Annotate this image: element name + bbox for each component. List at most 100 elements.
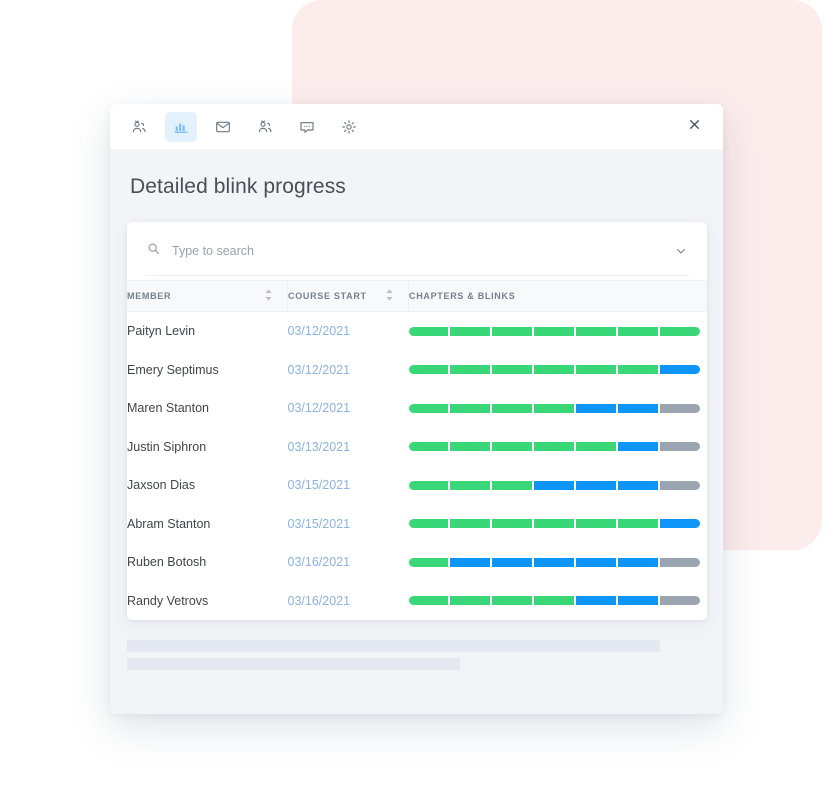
progress-segment-blue [534, 557, 574, 567]
progress-segment-blue [450, 557, 491, 567]
tab-teams[interactable] [249, 112, 281, 142]
progress-segment-green [408, 365, 449, 375]
chapters-blinks-progress [408, 312, 708, 351]
close-icon [688, 118, 701, 136]
progress-segment-green [659, 326, 700, 336]
gear-icon [341, 119, 357, 135]
progress-segment-green [408, 442, 449, 452]
course-start-date: 03/16/2021 [287, 555, 351, 570]
progress-segment-green [534, 326, 574, 336]
members-table: MEMBER COURSE START CHAPTERS & BLINKS Pa… [127, 280, 707, 620]
progress-segment-green [450, 442, 491, 452]
progress-segment-green [492, 480, 533, 490]
skeleton-bar [127, 658, 460, 670]
progress-segment-green [492, 365, 533, 375]
table-body: Paityn Levin 03/12/2021 Emery Septimus 03/1… [127, 312, 707, 621]
chevron-down-icon[interactable] [673, 243, 689, 259]
member-name: Ruben Botosh [127, 555, 207, 570]
member-name: Maren Stanton [127, 401, 209, 416]
search-underline [147, 275, 689, 276]
table-row[interactable]: Maren Stanton 03/12/2021 [127, 389, 707, 428]
progress-segment-green [408, 326, 449, 336]
column-label-chapters-blinks: CHAPTERS & BLINKS [409, 291, 516, 301]
progress-segment-blue [617, 442, 658, 452]
progress-segment-green [450, 403, 491, 413]
progress-segment-green [450, 365, 491, 375]
envelope-icon [215, 119, 231, 135]
progress-segment-blue [659, 519, 700, 529]
progress-track [408, 442, 700, 452]
search-bar[interactable] [127, 222, 707, 280]
progress-segment-blue [617, 596, 658, 606]
progress-segment-blue [575, 596, 616, 606]
progress-segment-green [575, 519, 616, 529]
chapters-blinks-progress [408, 351, 708, 390]
column-header-member[interactable]: MEMBER [127, 280, 288, 312]
search-input[interactable] [170, 243, 665, 259]
skeleton-bar [127, 640, 660, 652]
table-row[interactable]: Ruben Botosh 03/16/2021 [127, 543, 707, 582]
close-button[interactable] [685, 118, 703, 136]
course-start-date: 03/12/2021 [287, 324, 351, 339]
progress-segment-green [534, 596, 574, 606]
progress-segment-gray [659, 596, 700, 606]
chapters-blinks-progress [408, 389, 708, 428]
progress-segment-green [575, 365, 616, 375]
course-start-date: 03/13/2021 [287, 439, 351, 454]
sort-icon[interactable] [264, 289, 273, 303]
table-header-row: MEMBER COURSE START CHAPTERS & BLINKS [127, 280, 707, 312]
progress-segment-green [617, 519, 658, 529]
progress-track [408, 480, 700, 490]
people-group-icon [257, 119, 273, 135]
people-group-icon [131, 119, 147, 135]
chapters-blinks-progress [408, 466, 708, 505]
tab-messages[interactable] [207, 112, 239, 142]
progress-track [408, 365, 700, 375]
chapters-blinks-progress [408, 505, 708, 544]
column-header-course-start[interactable]: COURSE START [287, 280, 409, 312]
chat-bubble-icon [299, 119, 315, 135]
column-label-member: MEMBER [127, 291, 172, 301]
member-name: Emery Septimus [127, 362, 219, 377]
chapters-blinks-progress [408, 582, 708, 621]
search-icon [147, 242, 160, 260]
course-start-date: 03/12/2021 [287, 362, 351, 377]
table-row[interactable]: Jaxson Dias 03/15/2021 [127, 466, 707, 505]
course-start-date: 03/15/2021 [287, 478, 351, 493]
table-row[interactable]: Randy Vetrovs 03/16/2021 [127, 582, 707, 621]
progress-segment-green [450, 326, 491, 336]
table-row[interactable]: Abram Stanton 03/15/2021 [127, 505, 707, 544]
progress-segment-blue [617, 403, 658, 413]
course-start-date: 03/16/2021 [287, 593, 351, 608]
toolbar [110, 104, 723, 149]
progress-segment-blue [575, 480, 616, 490]
member-name: Randy Vetrovs [127, 593, 209, 608]
progress-segment-green [408, 596, 449, 606]
progress-segment-gray [659, 403, 700, 413]
table-row[interactable]: Paityn Levin 03/12/2021 [127, 312, 707, 351]
progress-segment-green [575, 442, 616, 452]
loading-placeholders [110, 620, 723, 670]
tab-settings[interactable] [333, 112, 365, 142]
tab-chat[interactable] [291, 112, 323, 142]
progress-segment-green [534, 365, 574, 375]
members-table-card: MEMBER COURSE START [127, 222, 707, 620]
table-row[interactable]: Emery Septimus 03/12/2021 [127, 351, 707, 390]
member-name: Abram Stanton [127, 516, 211, 531]
chapters-blinks-progress [408, 428, 708, 467]
progress-segment-green [617, 365, 658, 375]
progress-segment-gray [659, 442, 700, 452]
tab-members-group[interactable] [123, 112, 155, 142]
progress-segment-blue [575, 557, 616, 567]
progress-segment-blue [492, 557, 533, 567]
sort-icon[interactable] [385, 289, 394, 303]
progress-segment-green [408, 403, 449, 413]
progress-segment-blue [659, 365, 700, 375]
progress-segment-green [408, 519, 449, 529]
tab-analytics[interactable] [165, 111, 197, 142]
progress-segment-green [450, 596, 491, 606]
page-title: Detailed blink progress [130, 175, 346, 198]
column-header-chapters-blinks: CHAPTERS & BLINKS [408, 280, 707, 312]
member-name: Paityn Levin [127, 324, 196, 339]
table-row[interactable]: Justin Siphron 03/13/2021 [127, 428, 707, 467]
